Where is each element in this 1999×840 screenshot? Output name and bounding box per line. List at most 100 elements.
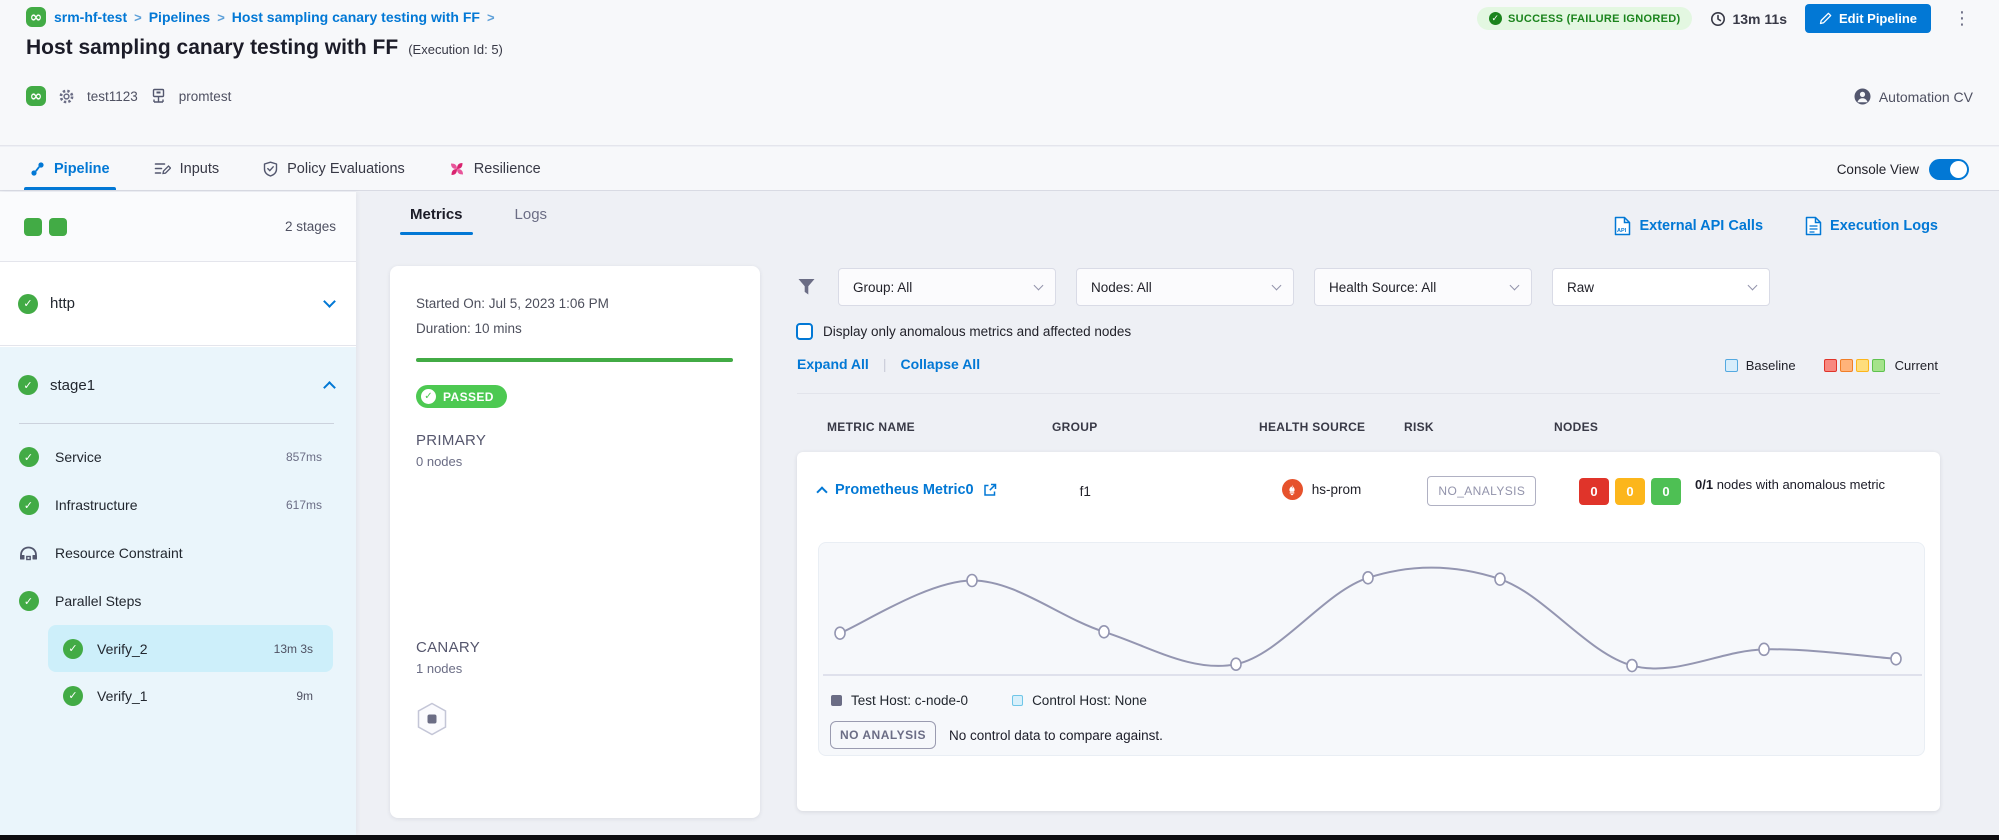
duration: Duration: 10 mins bbox=[416, 321, 733, 336]
tab-resilience[interactable]: Resilience bbox=[449, 147, 541, 190]
started-on: Started On: Jul 5, 2023 1:06 PM bbox=[416, 296, 733, 311]
metric-line-chart[interactable] bbox=[819, 549, 1926, 689]
more-options-icon[interactable]: ⋮ bbox=[1949, 8, 1975, 29]
harness-service-icon: ∞ bbox=[26, 86, 46, 106]
step-item-infrastructure[interactable]: ✓ Infrastructure 617ms bbox=[0, 481, 356, 529]
service-name[interactable]: test1123 bbox=[87, 89, 138, 104]
environment-icon bbox=[150, 88, 167, 104]
check-icon: ✓ bbox=[421, 389, 436, 404]
chevron-down-icon bbox=[1272, 281, 1282, 291]
breadcrumb-separator: > bbox=[487, 10, 495, 25]
stage1-section: ✓ stage1 ✓ Service 857ms ✓ Infrastructur… bbox=[0, 347, 356, 835]
collapse-metric-chevron-icon[interactable] bbox=[816, 486, 827, 497]
breadcrumb-separator: > bbox=[134, 10, 142, 25]
logs-document-icon bbox=[1805, 216, 1822, 236]
check-icon: ✓ bbox=[1489, 12, 1502, 25]
collapse-all-link[interactable]: Collapse All bbox=[900, 356, 980, 372]
metric-row-card: Prometheus Metric0 f1 hs-prom NO_ANALYSI… bbox=[797, 452, 1940, 811]
step-item-verify-2[interactable]: ✓ Verify_2 13m 3s bbox=[48, 625, 333, 672]
control-host-swatch bbox=[1012, 695, 1023, 706]
group-filter-dropdown[interactable]: Group: All bbox=[838, 268, 1056, 306]
stages-count: 2 stages bbox=[285, 219, 336, 234]
tab-policy-evaluations[interactable]: Policy Evaluations bbox=[263, 147, 405, 190]
green-node-count-badge: 0 bbox=[1651, 478, 1681, 505]
breadcrumb-pipelines[interactable]: Pipelines bbox=[149, 9, 210, 25]
resilience-icon bbox=[449, 161, 465, 177]
current-red-swatch bbox=[1824, 359, 1837, 372]
tab-logs[interactable]: Logs bbox=[515, 206, 548, 235]
success-check-icon: ✓ bbox=[19, 447, 39, 467]
execution-logs-link[interactable]: Execution Logs bbox=[1805, 216, 1938, 236]
canary-nodes-count: 1 nodes bbox=[416, 661, 733, 676]
col-risk: RISK bbox=[1404, 420, 1554, 434]
step-item-resource-constraint[interactable]: Resource Constraint bbox=[0, 529, 356, 577]
status-badge: ✓ SUCCESS (FAILURE IGNORED) bbox=[1477, 7, 1693, 30]
metric-name-link[interactable]: Prometheus Metric0 bbox=[835, 482, 974, 498]
breadcrumb-pipeline-name[interactable]: Host sampling canary testing with FF bbox=[232, 9, 480, 25]
inputs-icon bbox=[154, 161, 171, 176]
stage-success-square bbox=[49, 218, 67, 236]
passed-badge: ✓ PASSED bbox=[416, 385, 507, 408]
chevron-down-icon bbox=[1748, 281, 1758, 291]
data-type-dropdown[interactable]: Raw bbox=[1552, 268, 1770, 306]
chevron-down-icon bbox=[1510, 281, 1520, 291]
col-metric-name: METRIC NAME bbox=[797, 420, 1052, 434]
primary-nodes-count: 0 nodes bbox=[416, 454, 733, 469]
divider bbox=[797, 393, 1940, 394]
console-view-label: Console View bbox=[1837, 162, 1919, 177]
nodes-summary: 0 0 0 0/1 nodes with anomalous metric bbox=[1579, 476, 1940, 505]
stage-item-stage1[interactable]: ✓ stage1 bbox=[0, 347, 356, 423]
step-item-parallel-steps[interactable]: ✓ Parallel Steps bbox=[0, 577, 356, 625]
canary-node-hexagon[interactable] bbox=[416, 702, 448, 736]
triggered-by: Automation CV bbox=[1854, 88, 1973, 105]
filter-icon[interactable] bbox=[797, 278, 816, 296]
step-item-verify-1[interactable]: ✓ Verify_1 9m bbox=[48, 672, 333, 719]
success-check-icon: ✓ bbox=[19, 495, 39, 515]
anomalous-only-checkbox[interactable] bbox=[796, 323, 813, 340]
external-link-icon[interactable] bbox=[983, 483, 997, 497]
execution-duration: 13m 11s bbox=[1710, 11, 1787, 27]
svg-text:API: API bbox=[1617, 228, 1627, 234]
edit-pipeline-button[interactable]: Edit Pipeline bbox=[1805, 4, 1931, 33]
api-document-icon: API bbox=[1614, 216, 1631, 236]
tab-metrics[interactable]: Metrics bbox=[410, 206, 463, 235]
host-legend: Test Host: c-node-0 Control Host: None bbox=[831, 693, 1147, 708]
current-orange-swatch bbox=[1840, 359, 1853, 372]
harness-logo-icon: ∞ bbox=[26, 7, 46, 27]
current-label: Current bbox=[1895, 358, 1938, 373]
baseline-label: Baseline bbox=[1746, 358, 1796, 373]
metrics-table-header: METRIC NAME GROUP HEALTH SOURCE RISK NOD… bbox=[797, 420, 1940, 434]
prometheus-icon bbox=[1282, 479, 1303, 500]
stage-item-http[interactable]: ✓ http bbox=[0, 262, 356, 346]
tab-pipeline[interactable]: Pipeline bbox=[30, 147, 110, 190]
test-host-label: Test Host: c-node-0 bbox=[851, 693, 968, 708]
tab-inputs[interactable]: Inputs bbox=[154, 147, 220, 190]
main-tabbar: Pipeline Inputs Policy Evaluations Resil… bbox=[0, 147, 1999, 191]
divider: | bbox=[883, 356, 887, 372]
stages-summary: 2 stages bbox=[0, 192, 356, 262]
bottom-edge-bar bbox=[0, 835, 1999, 840]
console-view-toggle[interactable] bbox=[1929, 159, 1969, 180]
health-source-filter-dropdown[interactable]: Health Source: All bbox=[1314, 268, 1532, 306]
metric-chart-panel: Test Host: c-node-0 Control Host: None N… bbox=[818, 542, 1925, 756]
success-check-icon: ✓ bbox=[63, 686, 83, 706]
success-check-icon: ✓ bbox=[18, 375, 38, 395]
external-api-calls-link[interactable]: API External API Calls bbox=[1614, 216, 1763, 236]
col-nodes: NODES bbox=[1554, 420, 1940, 434]
control-host-label: Control Host: None bbox=[1032, 693, 1147, 708]
environment-name[interactable]: promtest bbox=[179, 89, 232, 104]
no-analysis-reason: No control data to compare against. bbox=[949, 728, 1163, 743]
chart-color-legend: Baseline Current bbox=[1725, 358, 1938, 373]
user-icon bbox=[1854, 88, 1871, 105]
expand-all-link[interactable]: Expand All bbox=[797, 356, 869, 372]
health-source-name: hs-prom bbox=[1312, 482, 1362, 497]
metric-row: Prometheus Metric0 f1 hs-prom NO_ANALYSI… bbox=[797, 476, 1940, 506]
canary-label: CANARY bbox=[416, 639, 733, 656]
col-group: GROUP bbox=[1052, 420, 1259, 434]
chevron-down-icon bbox=[323, 295, 336, 308]
red-node-count-badge: 0 bbox=[1579, 478, 1609, 505]
execution-summary-card: Started On: Jul 5, 2023 1:06 PM Duration… bbox=[390, 266, 760, 818]
nodes-filter-dropdown[interactable]: Nodes: All bbox=[1076, 268, 1294, 306]
breadcrumb-project[interactable]: srm-hf-test bbox=[54, 9, 127, 25]
step-item-service[interactable]: ✓ Service 857ms bbox=[0, 433, 356, 481]
